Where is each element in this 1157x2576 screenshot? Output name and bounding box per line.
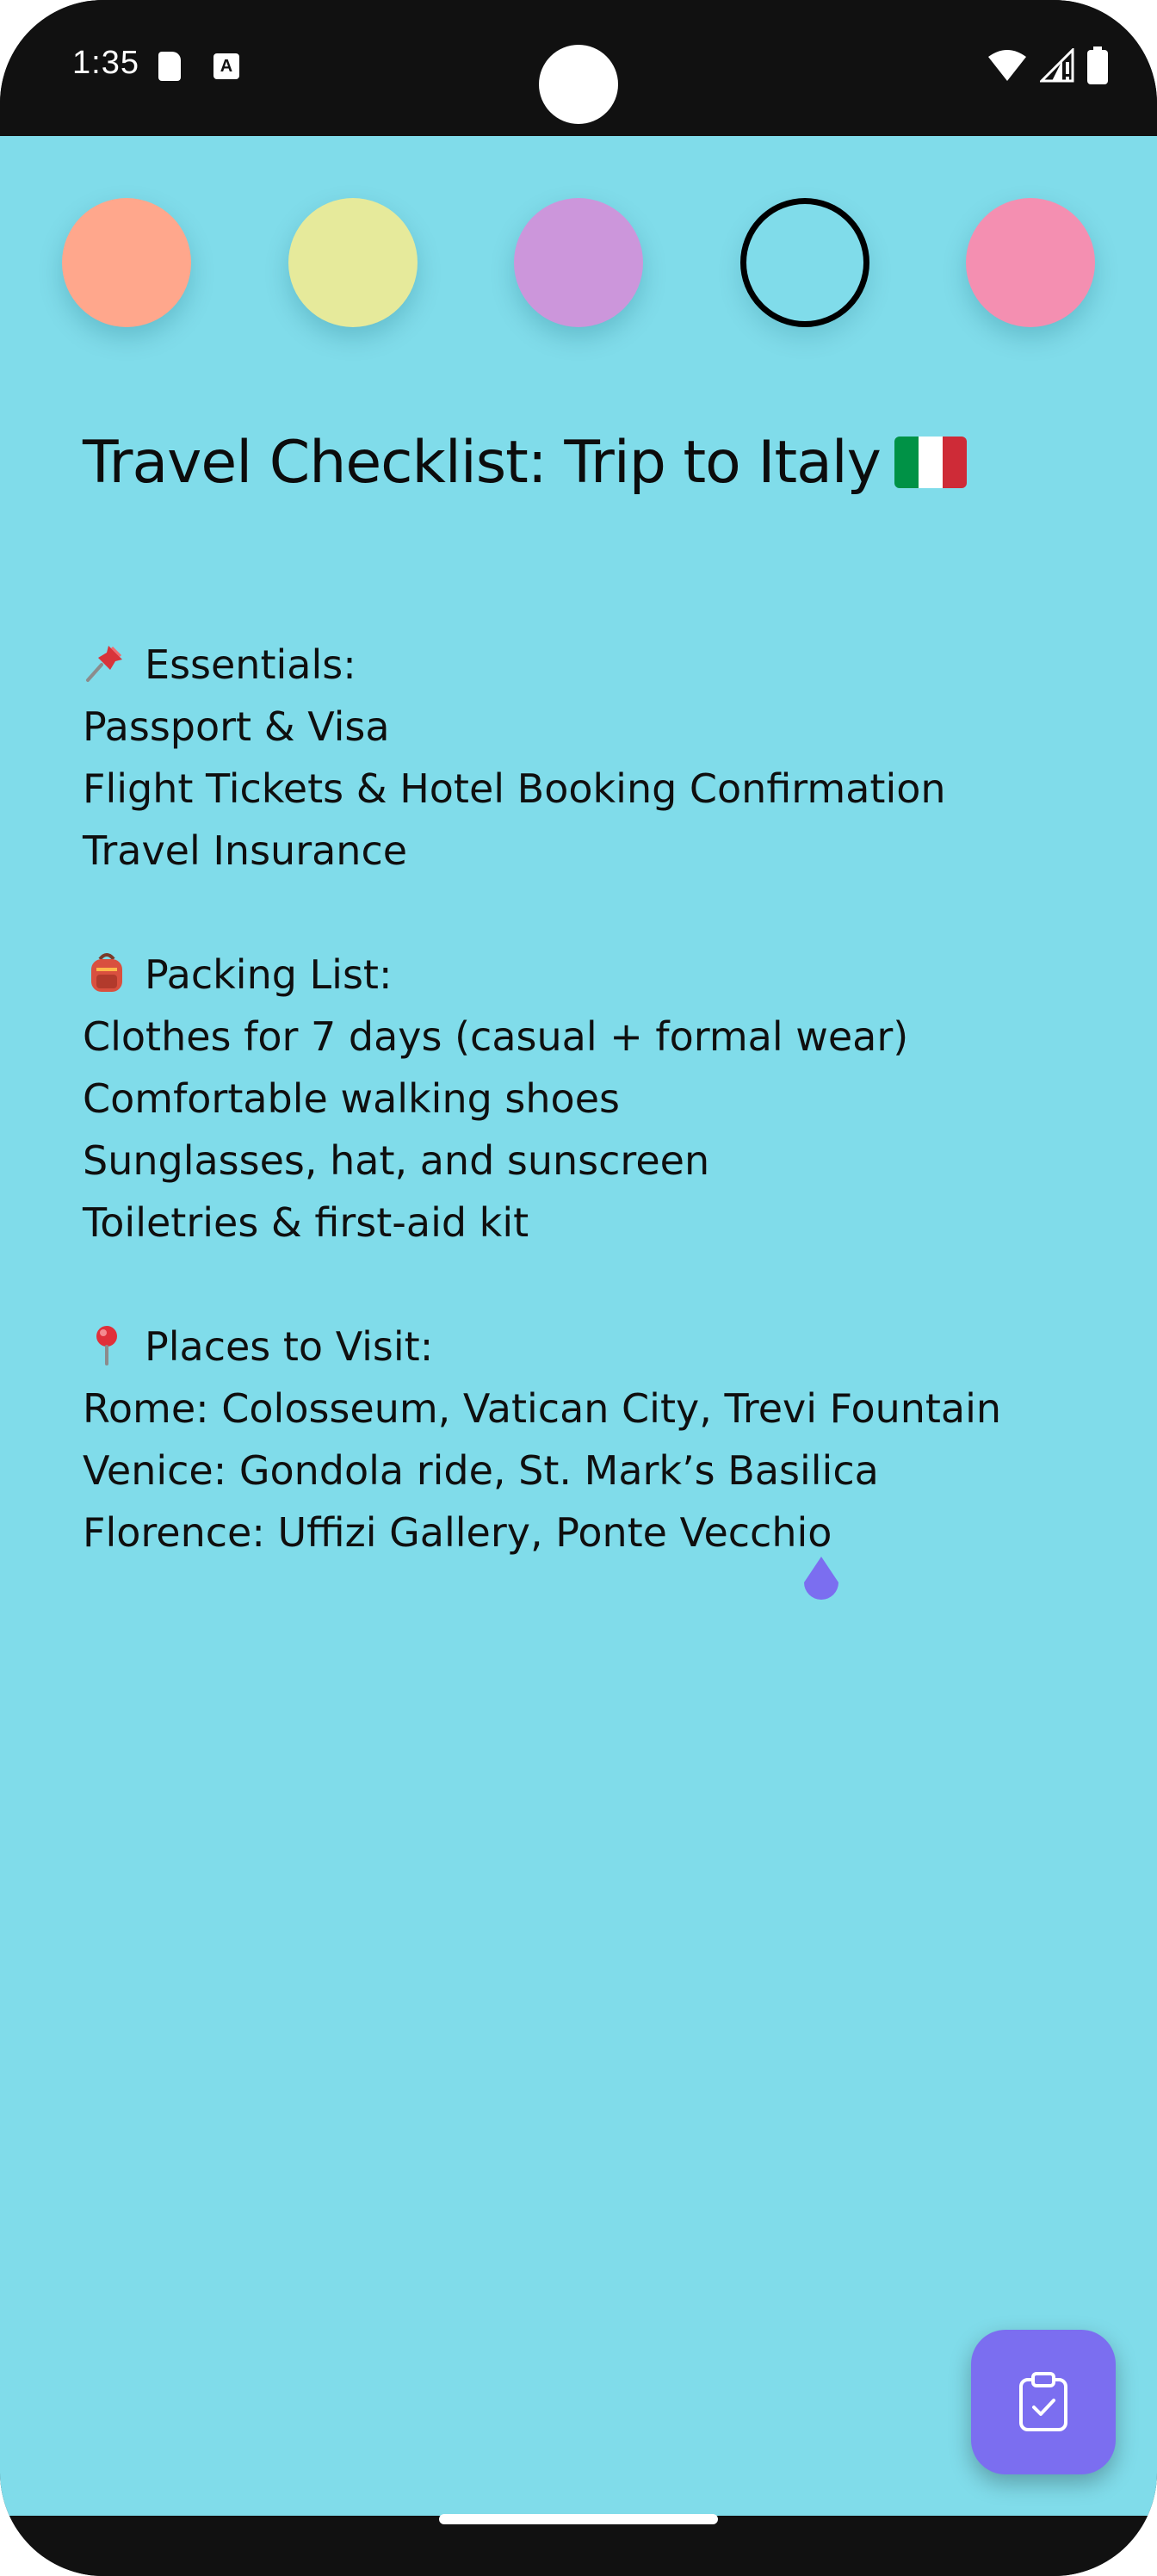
battery-icon xyxy=(1087,46,1108,84)
wifi-icon xyxy=(988,50,1026,81)
status-bar: 1:35 A xyxy=(0,0,1157,136)
color-swatch-pink[interactable] xyxy=(966,198,1095,327)
italy-flag-icon xyxy=(894,437,967,489)
signal-icon xyxy=(1040,48,1074,83)
list-item: Venice: Gondola ride, St. Mark’s Basilic… xyxy=(83,1447,879,1494)
navigation-bar xyxy=(0,2516,1157,2576)
color-swatch-purple[interactable] xyxy=(514,198,643,327)
note-body[interactable]: Essentials: Passport & Visa Flight Ticke… xyxy=(83,634,1098,1564)
list-item: Passport & Visa xyxy=(83,703,390,750)
list-item: Toiletries & first-aid kit xyxy=(83,1199,529,1246)
list-item: Sunglasses, hat, and sunscreen xyxy=(83,1137,710,1184)
list-item: Travel Insurance xyxy=(83,827,408,874)
home-indicator[interactable] xyxy=(439,2514,718,2524)
pushpin-icon xyxy=(86,646,122,682)
clipboard-check-icon xyxy=(1019,2372,1067,2431)
sd-card-icon xyxy=(158,52,181,81)
list-item: Comfortable walking shoes xyxy=(83,1075,620,1122)
color-swatch-yellow[interactable] xyxy=(288,198,418,327)
backpack-icon xyxy=(91,953,122,992)
a-notification-icon: A xyxy=(213,53,239,79)
section-heading-essentials: Essentials: xyxy=(83,634,1098,696)
list-item: Flight Tickets & Hotel Booking Confirmat… xyxy=(83,765,946,812)
note-editor-screen: Travel Checklist: Trip to Italy Essentia… xyxy=(0,136,1157,2516)
section-heading-packing-list: Packing List: xyxy=(83,944,1098,1006)
section-heading-places-to-visit: Places to Visit: xyxy=(83,1316,1098,1378)
color-swatch-peach[interactable] xyxy=(62,198,191,327)
color-picker xyxy=(0,136,1157,394)
round-pushpin-icon xyxy=(96,1326,117,1365)
phone-frame: 1:35 A Travel Checklist: Trip to Italy E… xyxy=(0,0,1157,2576)
note-title[interactable]: Travel Checklist: Trip to Italy xyxy=(83,429,967,497)
note-title-text: Travel Checklist: Trip to Italy xyxy=(83,429,882,497)
list-item: Florence: Uffizi Gallery, Ponte Vecchio xyxy=(83,1509,832,1556)
save-checklist-button[interactable] xyxy=(971,2330,1116,2474)
status-time: 1:35 xyxy=(72,45,139,81)
color-swatch-cyan[interactable] xyxy=(740,198,869,327)
text-cursor-handle[interactable] xyxy=(794,1557,849,1612)
status-icons xyxy=(987,46,1109,84)
list-item: Rome: Colosseum, Vatican City, Trevi Fou… xyxy=(83,1385,1002,1432)
list-item: Clothes for 7 days (casual + formal wear… xyxy=(83,1013,909,1060)
camera-cutout xyxy=(539,45,618,124)
